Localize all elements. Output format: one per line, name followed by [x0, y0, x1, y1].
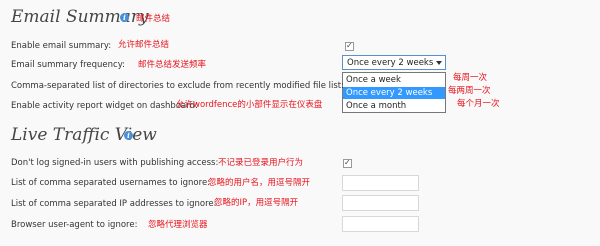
enable-email-summary-checkbox[interactable]: ✓ — [345, 41, 354, 51]
enable-email-summary-annotation: 允许邮件总结 — [118, 40, 170, 50]
live-traffic-heading: Live Traffic View — [11, 125, 157, 145]
option-weekly-annotation: 每周一次 — [453, 73, 488, 83]
ignore-ips-label: List of comma separated IP addresses to … — [11, 199, 217, 209]
email-summary-frequency-select[interactable]: Once every 2 weeks — [342, 55, 446, 70]
checkmark-icon: ✓ — [346, 41, 353, 50]
email-summary-frequency-label: Email summary frequency: — [11, 60, 125, 70]
ignore-user-agent-annotation: 忽略代理浏览器 — [148, 220, 208, 230]
ignore-usernames-input[interactable] — [342, 175, 419, 191]
enable-email-summary-label: Enable email summary: — [11, 41, 112, 51]
ignore-usernames-label: List of comma separated usernames to ign… — [11, 178, 211, 188]
frequency-dropdown-list: Once a week Once every 2 weeks Once a mo… — [342, 72, 446, 113]
frequency-option-weekly[interactable]: Once a week — [343, 74, 445, 86]
ignore-usernames-annotation: 忽略的用户名，用逗号隔开 — [208, 178, 311, 188]
exclude-directories-label: Comma-separated list of directories to e… — [11, 81, 344, 91]
dont-log-signed-in-label: Don't log signed-in users with publishin… — [11, 158, 219, 168]
option-biweekly-annotation: 每两周一次 — [448, 86, 491, 96]
frequency-option-biweekly[interactable]: Once every 2 weeks — [343, 87, 445, 99]
activity-widget-annotation: 允许wordfence的小部件显示在仪表盘 — [176, 100, 323, 110]
ignore-ips-annotation: 忽略的IP，用逗号隔开 — [214, 198, 299, 208]
chevron-down-icon[interactable] — [436, 61, 442, 65]
activity-widget-label: Enable activity report widget on dashboa… — [11, 101, 198, 111]
email-summary-annotation: 邮件总结 — [136, 14, 171, 24]
info-icon[interactable]: i — [124, 131, 133, 140]
ignore-ips-input[interactable] — [342, 195, 419, 211]
email-summary-frequency-annotation: 邮件总结发送频率 — [138, 60, 207, 70]
dont-log-signed-in-annotation: 不记录已登录用户行为 — [218, 158, 304, 168]
frequency-option-monthly[interactable]: Once a month — [343, 100, 445, 112]
ignore-user-agent-label: Browser user-agent to ignore: — [11, 220, 138, 230]
frequency-selected-value: Once every 2 weeks — [347, 58, 434, 68]
option-monthly-annotation: 每个月一次 — [457, 99, 500, 109]
info-icon[interactable]: i — [120, 13, 129, 22]
dont-log-signed-in-checkbox[interactable]: ✓ — [343, 158, 352, 168]
ignore-user-agent-input[interactable] — [342, 216, 419, 232]
checkmark-icon: ✓ — [344, 158, 351, 167]
